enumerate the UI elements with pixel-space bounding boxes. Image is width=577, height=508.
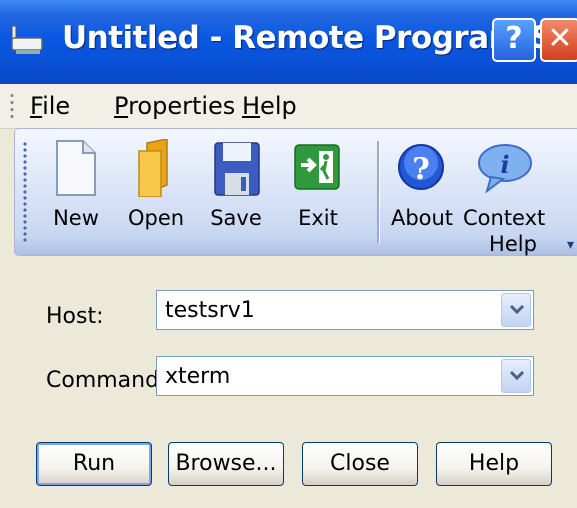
open-label: Open xyxy=(127,206,185,230)
new-document-icon xyxy=(56,140,96,196)
run-button[interactable]: Run xyxy=(36,442,152,486)
toolbar-overflow-chevron-icon[interactable]: ▾ xyxy=(567,237,574,253)
open-button[interactable]: Open xyxy=(117,135,195,251)
close-button[interactable]: Close xyxy=(302,442,418,486)
title-bar[interactable]: Untitled - Remote Program Starter ? ✕ xyxy=(0,0,577,84)
context-help-button[interactable]: i Context Help xyxy=(463,135,545,256)
chevron-down-icon xyxy=(509,304,525,315)
browse-button[interactable]: Browse... xyxy=(168,442,284,486)
context-help-label-line1: Context xyxy=(463,206,546,230)
menu-file-mnemonic: F xyxy=(30,92,43,120)
context-help-label-line2: Help xyxy=(489,232,537,256)
new-label: New xyxy=(53,206,99,230)
host-value: testsrv1 xyxy=(165,298,255,323)
toolbar: New Open Save Exit ? About i Context Hel… xyxy=(14,128,577,256)
menu-file[interactable]: File xyxy=(30,92,70,120)
command-dropdown-button[interactable] xyxy=(501,359,531,393)
info-bubble-icon: i xyxy=(478,144,532,194)
open-folder-icon xyxy=(138,139,168,197)
help-button[interactable]: Help xyxy=(436,442,552,486)
toolbar-separator xyxy=(377,141,380,243)
menubar-grip[interactable] xyxy=(10,92,14,118)
menu-file-label: ile xyxy=(42,92,71,120)
toolbar-grip[interactable] xyxy=(23,141,27,243)
exit-button[interactable]: Exit xyxy=(279,135,357,251)
menu-bar: File Properties Help xyxy=(0,84,577,129)
exit-sign-icon xyxy=(294,144,340,190)
title-help-button[interactable]: ? xyxy=(492,18,536,62)
command-label: Command: xyxy=(46,368,167,393)
new-button[interactable]: New xyxy=(37,135,115,251)
about-label: About xyxy=(390,206,454,230)
save-label: Save xyxy=(210,206,262,230)
host-label: Host: xyxy=(46,304,104,329)
exit-label: Exit xyxy=(298,206,338,230)
host-combobox[interactable]: testsrv1 xyxy=(156,290,534,330)
save-disk-icon xyxy=(214,142,260,196)
main-window: Untitled - Remote Program Starter ? ✕ Fi… xyxy=(0,0,577,508)
menu-properties-label: roperties xyxy=(128,92,236,120)
question-help-icon: ? xyxy=(398,144,444,190)
menu-help[interactable]: Help xyxy=(242,92,297,120)
command-value: xterm xyxy=(165,364,231,389)
title-close-button[interactable]: ✕ xyxy=(540,18,577,62)
command-combobox[interactable]: xterm xyxy=(156,356,534,396)
menu-properties-mnemonic: P xyxy=(114,92,129,120)
svg-text:i: i xyxy=(500,150,509,179)
svg-text:?: ? xyxy=(412,152,430,187)
context-help-label: Context Help xyxy=(463,205,545,257)
about-button[interactable]: ? About xyxy=(383,135,461,251)
menu-properties[interactable]: Properties xyxy=(114,92,235,120)
chevron-down-icon xyxy=(509,370,525,381)
host-dropdown-button[interactable] xyxy=(501,293,531,327)
menu-help-mnemonic: H xyxy=(242,92,261,120)
menu-help-label: elp xyxy=(260,92,297,120)
save-button[interactable]: Save xyxy=(197,135,275,251)
app-icon xyxy=(11,25,43,54)
